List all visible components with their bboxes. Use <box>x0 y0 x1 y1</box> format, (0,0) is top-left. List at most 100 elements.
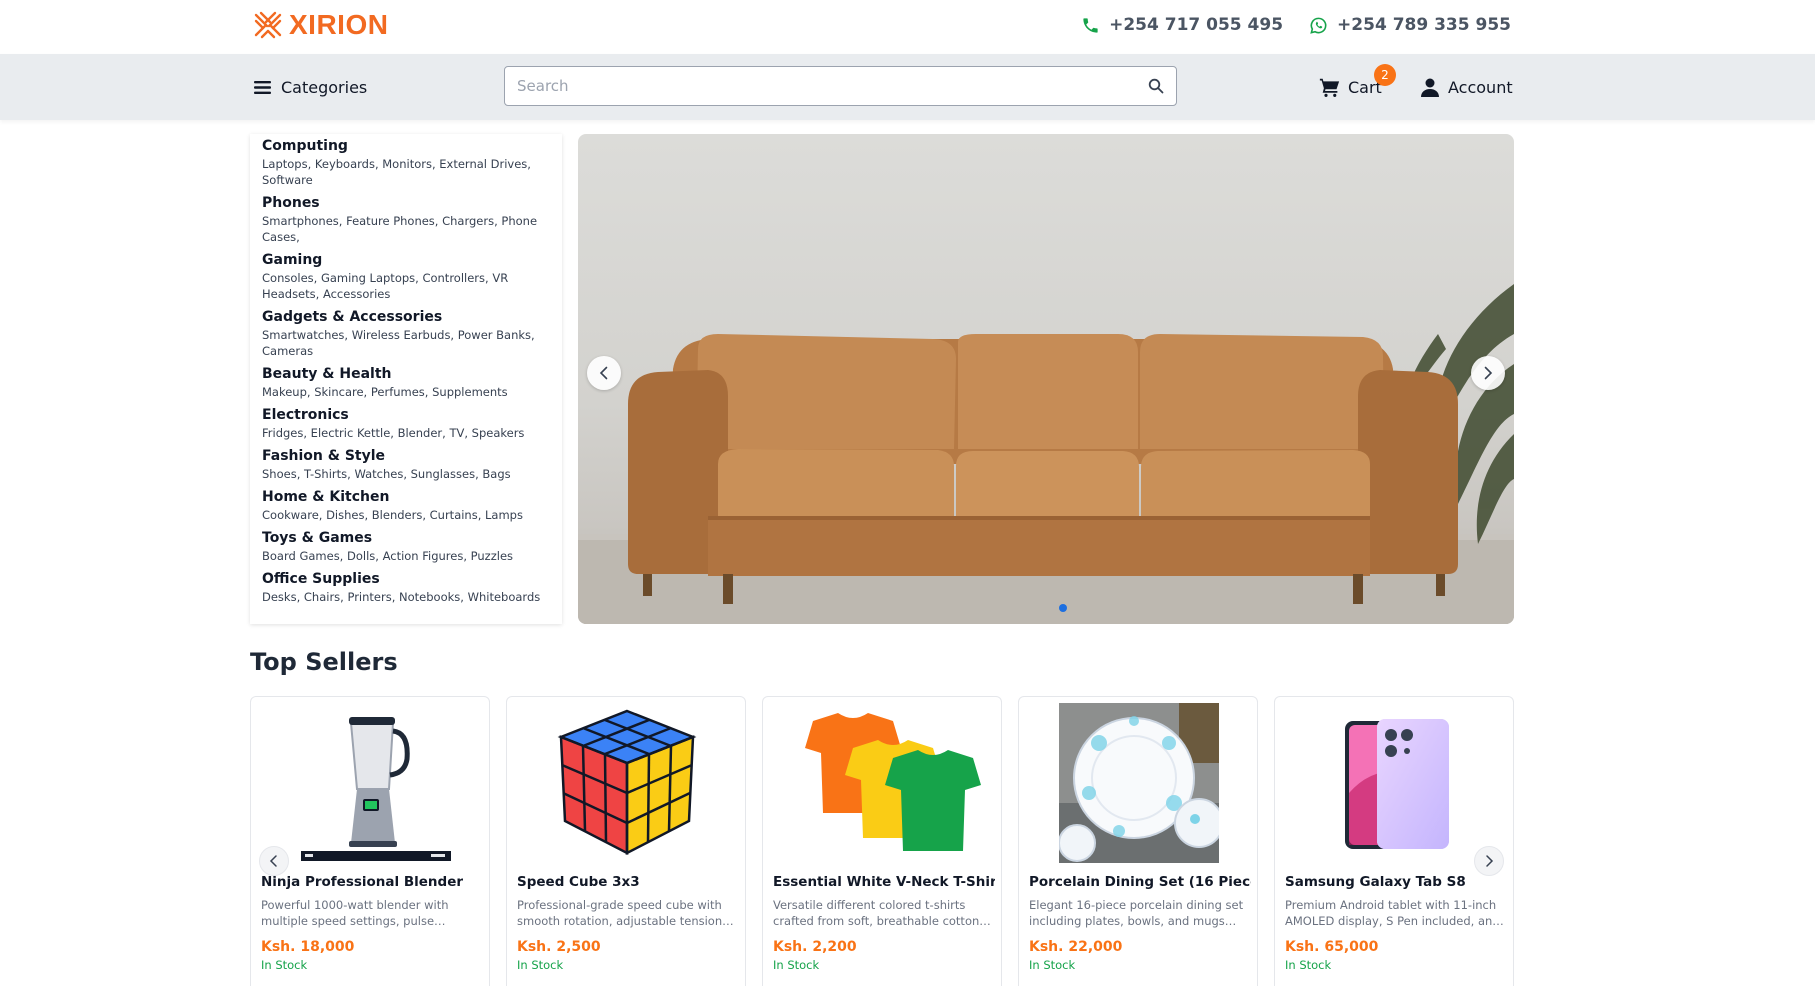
category-subtitle: Shoes, T-Shirts, Watches, Sunglasses, Ba… <box>262 467 511 481</box>
whatsapp-icon <box>1310 17 1327 34</box>
product-description: Professional-grade speed cube with smoot… <box>517 898 723 928</box>
blender-image <box>301 717 451 861</box>
category-title: Computing <box>262 138 348 154</box>
product-image <box>507 703 747 863</box>
stock-status: In Stock <box>261 958 308 972</box>
chevron-right-icon <box>1484 366 1493 380</box>
brand-logo[interactable]: XIRION <box>253 7 388 43</box>
hero-next-button[interactable] <box>1471 356 1505 390</box>
category-item-toys[interactable]: Toys & Games Board Games, Dolls, Action … <box>262 529 550 564</box>
category-title: Office Supplies <box>262 571 380 587</box>
categories-label: Categories <box>281 77 368 97</box>
hero-slider <box>578 134 1514 624</box>
hero-prev-button[interactable] <box>587 356 621 390</box>
category-title: Beauty & Health <box>262 366 392 382</box>
tshirts-image <box>805 713 981 851</box>
category-subtitle: Fridges, Electric Kettle, Blender, TV, S… <box>262 426 525 440</box>
product-card[interactable]: Samsung Galaxy Tab S8 Premium Android ta… <box>1274 696 1514 986</box>
top-bar: XIRION +254 717 055 495 +254 789 335 955 <box>0 0 1815 54</box>
product-description: Versatile different colored t-shirts cra… <box>773 898 980 928</box>
category-title: Toys & Games <box>262 530 373 546</box>
phone-number: +254 717 055 495 <box>1109 15 1284 35</box>
category-list: Computing Laptops, Keyboards, Monitors, … <box>250 134 562 624</box>
brand-name: XIRION <box>289 9 389 40</box>
category-item-fashion[interactable]: Fashion & Style Shoes, T-Shirts, Watches… <box>262 447 550 482</box>
product-price: Ksh. 22,000 <box>1029 939 1123 955</box>
categories-button[interactable]: Categories <box>254 73 367 101</box>
menu-icon <box>254 80 271 94</box>
search-input[interactable] <box>505 67 1176 105</box>
category-subtitle: Consoles, Gaming Laptops, Controllers, V… <box>262 271 509 301</box>
category-title: Gaming <box>262 252 323 268</box>
chevron-left-icon <box>599 366 608 380</box>
product-description: Elegant 16-piece porcelain dining set in… <box>1029 898 1244 928</box>
products-prev-button[interactable] <box>259 846 289 876</box>
logo-icon <box>254 11 282 39</box>
product-image <box>763 703 1003 863</box>
phone-contact[interactable]: +254 717 055 495 <box>1081 15 1283 35</box>
nav-bar: Categories Cart 2 Account <box>0 54 1815 120</box>
cart-count-badge: 2 <box>1374 64 1396 86</box>
category-subtitle: Smartwatches, Wireless Earbuds, Power Ba… <box>262 328 535 358</box>
chevron-right-icon <box>1486 855 1494 867</box>
category-item-phones[interactable]: Phones Smartphones, Feature Phones, Char… <box>262 194 550 245</box>
stock-status: In Stock <box>773 958 820 972</box>
product-image <box>251 703 491 863</box>
product-name: Samsung Galaxy Tab S8 <box>1285 874 1466 890</box>
category-item-office[interactable]: Office Supplies Desks, Chairs, Printers,… <box>262 570 550 605</box>
category-item-gadgets[interactable]: Gadgets & Accessories Smartwatches, Wire… <box>262 308 550 359</box>
account-label: Account <box>1448 77 1513 97</box>
product-card[interactable]: Essential White V-Neck T-Shirt Versatile… <box>762 696 1002 986</box>
product-name: Ninja Professional Blender <box>261 874 464 890</box>
whatsapp-contact[interactable]: +254 789 335 955 <box>1309 15 1511 35</box>
cart-icon <box>1319 78 1340 97</box>
category-item-gaming[interactable]: Gaming Consoles, Gaming Laptops, Control… <box>262 251 550 302</box>
product-description: Premium Android tablet with 11-inch AMOL… <box>1285 898 1500 928</box>
rubiks-cube-image <box>557 709 697 856</box>
search-bar <box>504 66 1177 106</box>
category-item-beauty[interactable]: Beauty & Health Makeup, Skincare, Perfum… <box>262 365 550 400</box>
category-subtitle: Board Games, Dolls, Action Figures, Puzz… <box>262 549 514 563</box>
category-title: Electronics <box>262 407 349 423</box>
contact-numbers: +254 717 055 495 +254 789 335 955 <box>1081 10 1511 40</box>
category-title: Phones <box>262 195 320 211</box>
tablet-image <box>1345 719 1449 849</box>
product-price: Ksh. 18,000 <box>261 939 355 955</box>
category-subtitle: Desks, Chairs, Printers, Notebooks, Whit… <box>262 590 541 604</box>
products-next-button[interactable] <box>1474 846 1504 876</box>
product-card[interactable]: Speed Cube 3x3 Professional-grade speed … <box>506 696 746 986</box>
product-image <box>1275 703 1515 863</box>
user-icon <box>1421 78 1439 97</box>
product-description: Powerful 1000-watt blender with multiple… <box>261 898 449 928</box>
product-price: Ksh. 65,000 <box>1285 939 1379 955</box>
product-price: Ksh. 2,200 <box>773 939 857 955</box>
product-name: Porcelain Dining Set (16 Pieces) <box>1029 874 1251 890</box>
phone-icon <box>1083 17 1098 33</box>
category-subtitle: Makeup, Skincare, Perfumes, Supplements <box>262 385 508 399</box>
dining-set-image <box>1059 703 1219 863</box>
whatsapp-number: +254 789 335 955 <box>1337 15 1511 35</box>
category-title: Fashion & Style <box>262 448 386 464</box>
top-sellers-heading: Top Sellers <box>250 648 398 676</box>
category-subtitle: Laptops, Keyboards, Monitors, External D… <box>262 157 531 187</box>
product-image <box>1019 703 1259 863</box>
category-item-home-kitchen[interactable]: Home & Kitchen Cookware, Dishes, Blender… <box>262 488 550 523</box>
stock-status: In Stock <box>517 958 564 972</box>
search-icon[interactable] <box>1148 78 1164 94</box>
category-item-electronics[interactable]: Electronics Fridges, Electric Kettle, Bl… <box>262 406 550 441</box>
stock-status: In Stock <box>1029 958 1076 972</box>
product-card[interactable]: Porcelain Dining Set (16 Pieces) Elegant… <box>1018 696 1258 986</box>
stock-status: In Stock <box>1285 958 1332 972</box>
category-subtitle: Cookware, Dishes, Blenders, Curtains, La… <box>262 508 523 522</box>
product-card[interactable]: Ninja Professional Blender Powerful 1000… <box>250 696 490 986</box>
sofa-image <box>578 284 1514 624</box>
account-button[interactable]: Account <box>1421 72 1513 102</box>
product-name: Speed Cube 3x3 <box>517 874 640 890</box>
product-price: Ksh. 2,500 <box>517 939 601 955</box>
category-subtitle: Smartphones, Feature Phones, Chargers, P… <box>262 214 538 244</box>
cart-button[interactable]: Cart 2 <box>1319 64 1396 102</box>
hero-slide-indicator-active[interactable] <box>1059 604 1067 612</box>
category-item-computing[interactable]: Computing Laptops, Keyboards, Monitors, … <box>262 137 550 188</box>
product-name: Essential White V-Neck T-Shirt <box>773 874 995 890</box>
category-title: Gadgets & Accessories <box>262 309 443 325</box>
